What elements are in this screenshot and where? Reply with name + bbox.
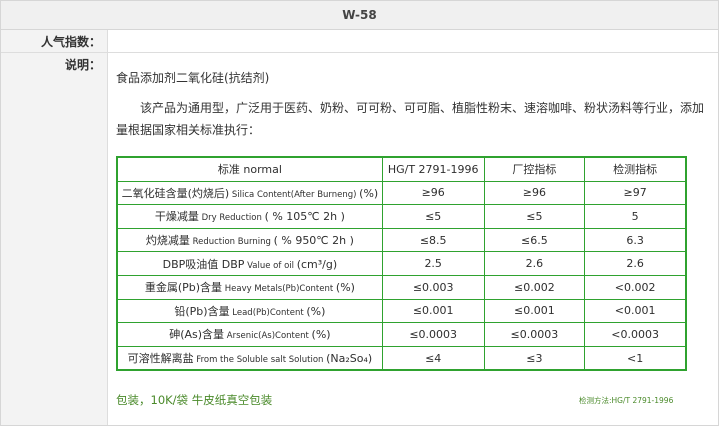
spec-item-name-en: Heavy Metals(Pb)Content (222, 284, 336, 295)
spec-item-name-cn: 干燥减量 (154, 210, 199, 224)
spec-item-name-cn: DBP吸油值 DBP (162, 257, 245, 271)
description-paragraph: 该产品为通用型，广泛用于医药、奶粉、可可粉、可可脂、植脂性粉末、速溶咖啡、粉状汤… (116, 101, 705, 137)
spec-item-unit: (%) (335, 281, 355, 295)
spec-table-row: 砷(As)含量 Arsenic(As)Content (%) ≤0.0003 ≤0.… (116, 322, 687, 347)
spec-value-cell: <0.002 (584, 274, 687, 300)
spec-item-name: 可溶性解离盐 From the Soluble salt Solution (N… (116, 345, 383, 371)
header-test-result: 检测指标 (584, 156, 687, 182)
spec-item-unit: (%) (359, 186, 379, 200)
product-name: 食品添加剂二氧化硅(抗结剂) (116, 71, 270, 85)
spec-table: 标准 normal HG/T 2791-1996 厂控指标 检测指标 二氧化硅含… (116, 156, 687, 372)
spec-value-cell: <0.0003 (584, 322, 687, 347)
header-factory-spec: 厂控指标 (483, 156, 586, 182)
spec-item-name-en: Value of oil (244, 260, 297, 271)
spec-value-cell: 5 (584, 204, 687, 229)
spec-item-name-en: Dry Reduction (198, 213, 265, 224)
spec-value-cell: ≤5 (381, 204, 485, 229)
spec-value-cell: <0.001 (584, 298, 687, 324)
spec-item-name: 灼烧减量 Reduction Burning ( % 950℃ 2h ) (116, 227, 383, 253)
header-hg-standard: HG/T 2791-1996 (381, 156, 485, 182)
spec-item-name-cn: 二氧化硅含量(灼烧后) (121, 186, 230, 200)
product-title: W-58 (1, 1, 718, 30)
spec-value-cell: ≤6.5 (483, 227, 586, 253)
spec-value-cell: ≤0.001 (381, 298, 485, 324)
spec-item-unit: (%) (306, 304, 326, 318)
spec-item-name-cn: 砷(As)含量 (169, 328, 225, 342)
row-divider (1, 52, 718, 53)
spec-item-name: 重金属(Pb)含量 Heavy Metals(Pb)Content (%) (116, 274, 383, 300)
spec-value-cell: ≥96 (381, 180, 485, 206)
spec-value-cell: ≤5 (483, 204, 586, 229)
spec-value-cell: ≤0.001 (483, 298, 586, 324)
spec-item-unit: ( % 105℃ 2h ) (264, 210, 345, 224)
spec-item-name-cn: 重金属(Pb)含量 (144, 281, 223, 295)
spec-value-cell: ≤3 (483, 345, 586, 371)
spec-table-row: DBP吸油值 DBP Value of oil (cm³/g) 2.5 2.6 2.6 (116, 251, 687, 276)
spec-item-name-en: From the Soluble salt Solution (193, 355, 327, 366)
spec-item-name: 二氧化硅含量(灼烧后) Silica Content(After Burneng… (116, 180, 383, 206)
spec-item-unit: ( % 950℃ 2h ) (273, 234, 354, 248)
spec-table-row: 可溶性解离盐 From the Soluble salt Solution (N… (116, 345, 687, 371)
spec-item-name-en: Arsenic(As)Content (224, 331, 312, 342)
test-method-note: 检测方法:HG/T 2791-1996 (579, 396, 674, 405)
spec-item-name: DBP吸油值 DBP Value of oil (cm³/g) (116, 251, 383, 276)
spec-item-name-en: Reduction Burning (189, 237, 274, 248)
spec-item-unit: (Na₂So₄) (326, 352, 373, 366)
spec-item-unit: (%) (311, 328, 331, 342)
packaging-note: 包装，10K/袋 牛皮纸真空包装 (116, 393, 273, 407)
spec-value-cell: ≤0.0003 (381, 322, 485, 347)
label-column (1, 30, 108, 425)
spec-value-cell: 2.5 (381, 251, 485, 276)
spec-table-header: 标准 normal HG/T 2791-1996 厂控指标 检测指标 (116, 156, 687, 182)
header-standard: 标准 normal (116, 156, 383, 182)
spec-value-cell: ≤4 (381, 345, 485, 371)
spec-table-row: 铅(Pb)含量 Lead(Pb)Content (%) ≤0.001 ≤0.001 <… (116, 298, 687, 324)
spec-item-unit: (cm³/g) (296, 257, 338, 271)
spec-table-row: 干燥减量 Dry Reduction ( % 105℃ 2h ) ≤5 ≤5 5 (116, 204, 687, 229)
spec-item-name-cn: 可溶性解离盐 (127, 352, 194, 366)
spec-value-cell: ≤8.5 (381, 227, 485, 253)
popularity-label: 人气指数： (40, 35, 101, 49)
spec-value-cell: ≤0.003 (381, 274, 485, 300)
spec-item-name-cn: 铅(Pb)含量 (174, 304, 230, 318)
spec-item-name: 干燥减量 Dry Reduction ( % 105℃ 2h ) (116, 204, 383, 229)
spec-value-cell: 2.6 (584, 251, 687, 276)
spec-table-row: 二氧化硅含量(灼烧后) Silica Content(After Burneng… (116, 180, 687, 206)
description-label: 说明： (64, 58, 101, 72)
spec-value-cell: ≥97 (584, 180, 687, 206)
spec-table-row: 重金属(Pb)含量 Heavy Metals(Pb)Content (%) ≤0.… (116, 274, 687, 300)
spec-item-name: 砷(As)含量 Arsenic(As)Content (%) (116, 322, 383, 347)
spec-item-name-cn: 灼烧减量 (145, 234, 190, 248)
spec-value-cell: ≤0.002 (483, 274, 586, 300)
spec-value-cell: ≥96 (483, 180, 586, 206)
spec-item-name-en: Silica Content(After Burneng) (229, 189, 360, 200)
spec-value-cell: 2.6 (483, 251, 586, 276)
spec-value-cell: ≤0.0003 (483, 322, 586, 347)
spec-item-name-en: Lead(Pb)Content (229, 307, 307, 318)
spec-item-name: 铅(Pb)含量 Lead(Pb)Content (%) (116, 298, 383, 324)
spec-value-cell: 6.3 (584, 227, 687, 253)
spec-table-row: 灼烧减量 Reduction Burning ( % 950℃ 2h ) ≤8.5… (116, 227, 687, 253)
spec-value-cell: <1 (584, 345, 687, 371)
